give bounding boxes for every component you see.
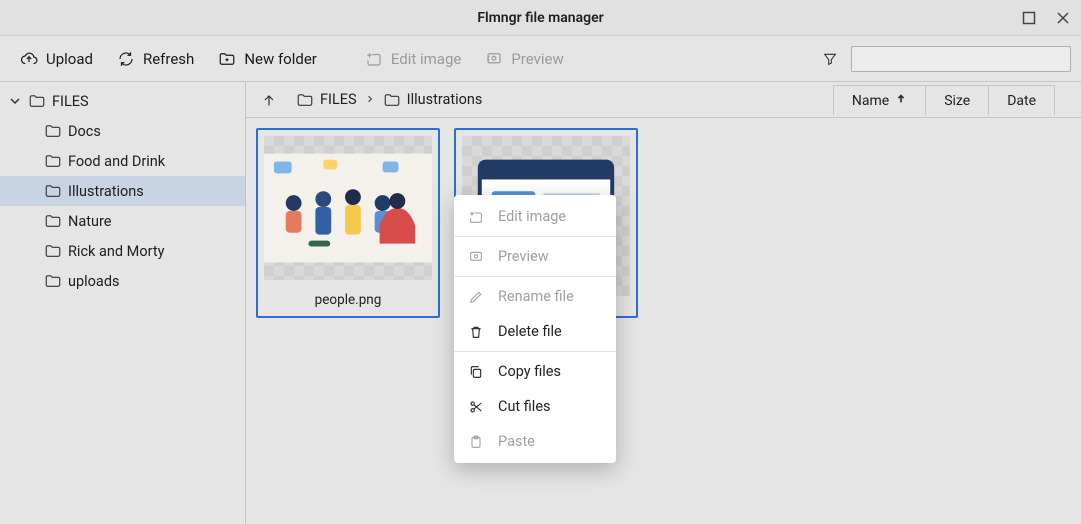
tree-root-label: FILES [52,93,89,110]
breadcrumb-illustrations[interactable]: Illustrations [383,91,483,109]
search-input[interactable] [851,46,1071,72]
scissors-icon [468,399,484,415]
ctx-cut[interactable]: Cut files [454,389,616,424]
folder-icon [44,272,62,290]
funnel-icon [822,51,838,67]
people-illustration-icon [264,153,432,263]
column-label: Size [944,93,970,109]
breadcrumb-label: Illustrations [407,91,483,108]
file-grid: people.png [246,118,1081,524]
column-headers: Name Size Date [833,85,1055,115]
breadcrumb-files[interactable]: FILES [296,91,357,109]
ctx-separator [454,351,616,352]
folder-icon [28,92,46,110]
ctx-edit-image: Edit image [454,199,616,234]
ctx-preview: Preview [454,239,616,274]
refresh-icon [117,50,135,68]
breadcrumb-label: FILES [320,91,357,108]
folder-icon [44,242,62,260]
new-folder-icon [218,50,236,68]
folder-icon [44,152,62,170]
up-button[interactable] [256,87,282,113]
ctx-label: Copy files [498,363,561,380]
ctx-label: Delete file [498,323,562,340]
column-label: Name [852,93,889,109]
close-button[interactable] [1051,6,1075,30]
thumbnail-image [264,136,432,280]
copy-icon [468,364,484,380]
breadcrumb: FILES Illustrations [296,91,482,109]
chevron-down-icon [8,94,22,108]
chevron-right-icon [365,91,375,108]
ctx-separator [454,276,616,277]
column-name[interactable]: Name [833,85,926,115]
new-folder-label: New folder [244,50,317,68]
edit-image-button: Edit image [355,44,471,74]
tree-item-label: Illustrations [68,183,144,200]
tree-root-files[interactable]: FILES [0,86,245,116]
file-name: people.png [258,286,438,316]
ctx-paste: Paste [454,424,616,459]
ctx-label: Rename file [498,288,574,305]
tree-item-label: Food and Drink [68,153,165,170]
clipboard-icon [468,434,484,450]
tree-item-docs[interactable]: Docs [0,116,245,146]
tree-item-label: Docs [68,123,101,140]
window-controls [1017,0,1075,36]
folder-tree: FILES Docs Food and Drink Illustrations … [0,82,246,524]
edit-image-icon [365,50,383,68]
ctx-rename: Rename file [454,279,616,314]
folder-icon [44,122,62,140]
tree-item-label: uploads [68,273,119,290]
ctx-separator [454,236,616,237]
new-folder-button[interactable]: New folder [208,44,327,74]
tree-item-nature[interactable]: Nature [0,206,245,236]
tree-item-rick[interactable]: Rick and Morty [0,236,245,266]
window-titlebar: Flmngr file manager [0,0,1081,36]
file-thumb-people[interactable]: people.png [256,128,440,318]
upload-label: Upload [46,50,93,68]
ctx-label: Preview [498,248,549,265]
folder-icon [44,212,62,230]
toolbar: Upload Refresh New folder Edit image Pre… [0,36,1081,82]
edit-image-icon [468,209,484,225]
window-title: Flmngr file manager [477,10,603,26]
folder-icon [44,182,62,200]
preview-button: Preview [475,44,573,74]
trash-icon [468,324,484,340]
folder-icon [383,91,401,109]
ctx-delete[interactable]: Delete file [454,314,616,349]
ctx-label: Cut files [498,398,551,415]
tree-item-illustrations[interactable]: Illustrations [0,176,245,206]
refresh-label: Refresh [143,50,194,68]
preview-icon [468,249,484,265]
cloud-upload-icon [20,50,38,68]
column-size[interactable]: Size [926,85,989,115]
ctx-copy[interactable]: Copy files [454,354,616,389]
filter-button[interactable] [819,48,841,70]
refresh-button[interactable]: Refresh [107,44,204,74]
context-menu: Edit image Preview Rename file Delete fi… [454,195,616,463]
folder-icon [296,91,314,109]
sort-asc-icon [895,93,907,109]
main-panel: FILES Illustrations Name Size [246,82,1081,524]
preview-label: Preview [511,50,563,68]
preview-icon [485,50,503,68]
edit-image-label: Edit image [391,50,461,68]
pencil-icon [468,289,484,305]
ctx-label: Paste [498,433,535,450]
column-date[interactable]: Date [989,85,1055,115]
column-label: Date [1007,93,1036,109]
tree-item-label: Rick and Morty [68,243,164,260]
tree-item-uploads[interactable]: uploads [0,266,245,296]
maximize-button[interactable] [1017,6,1041,30]
main-header: FILES Illustrations Name Size [246,82,1081,118]
upload-button[interactable]: Upload [10,44,103,74]
tree-item-label: Nature [68,213,111,230]
ctx-label: Edit image [498,208,566,225]
tree-item-food[interactable]: Food and Drink [0,146,245,176]
